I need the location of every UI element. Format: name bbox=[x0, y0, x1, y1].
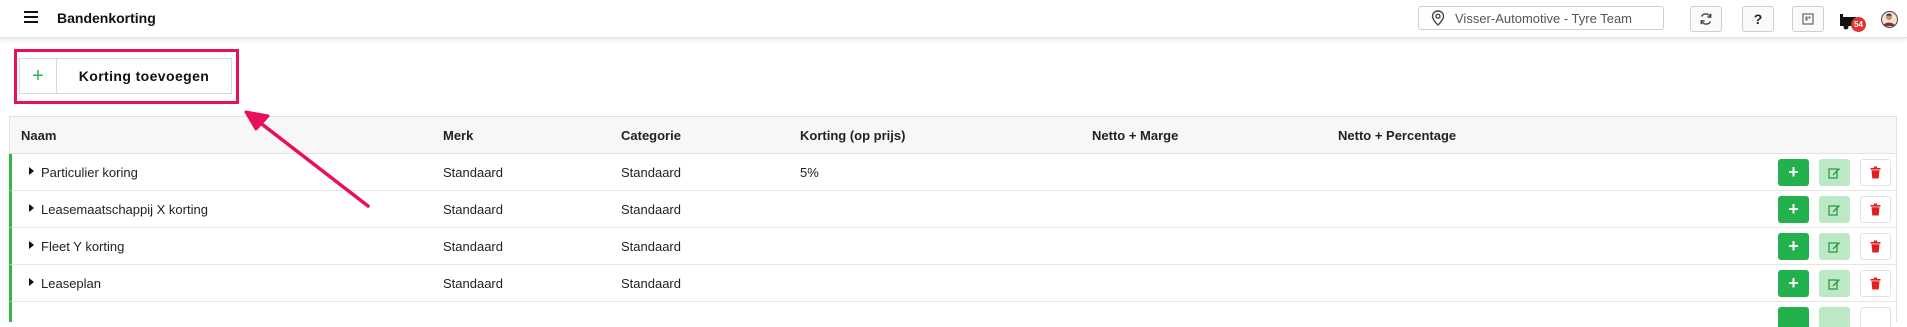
trash-icon bbox=[1870, 166, 1881, 179]
table-row[interactable]: Leasemaatschappij X korting Standaard St… bbox=[9, 191, 1896, 228]
cell-categorie: Standaard bbox=[621, 202, 681, 217]
calendar-icon bbox=[1802, 13, 1814, 25]
hamburger-icon[interactable] bbox=[24, 11, 38, 23]
cell-naam: Leaseplan bbox=[41, 276, 101, 291]
row-edit-button[interactable] bbox=[1819, 159, 1850, 186]
cell-merk: Standaard bbox=[443, 239, 503, 254]
table-row[interactable] bbox=[9, 302, 1896, 327]
table-row[interactable]: Particulier koring Standaard Standaard 5… bbox=[9, 154, 1896, 191]
row-add-button[interactable] bbox=[1778, 307, 1809, 327]
cell-merk: Standaard bbox=[443, 276, 503, 291]
row-delete-button[interactable] bbox=[1860, 270, 1891, 297]
row-edit-button[interactable] bbox=[1819, 233, 1850, 260]
expand-caret-icon[interactable] bbox=[29, 204, 34, 212]
location-selector[interactable]: Visser-Automotive - Tyre Team bbox=[1418, 6, 1664, 30]
column-header[interactable]: Netto + Marge bbox=[1092, 128, 1178, 143]
edit-icon bbox=[1828, 205, 1840, 216]
cell-korting: 5% bbox=[800, 165, 819, 180]
question-icon: ? bbox=[1753, 11, 1763, 27]
cell-merk: Standaard bbox=[443, 202, 503, 217]
plus-icon: + bbox=[1788, 162, 1799, 182]
cell-categorie: Standaard bbox=[621, 276, 681, 291]
map-pin-icon bbox=[1431, 10, 1445, 26]
expand-caret-icon[interactable] bbox=[29, 241, 34, 249]
trash-icon bbox=[1870, 240, 1881, 253]
plus-icon: + bbox=[20, 59, 57, 93]
row-delete-button[interactable] bbox=[1860, 307, 1891, 327]
table-row[interactable]: Fleet Y korting Standaard Standaard + bbox=[9, 228, 1896, 265]
row-delete-button[interactable] bbox=[1860, 159, 1891, 186]
row-delete-button[interactable] bbox=[1860, 233, 1891, 260]
expand-caret-icon[interactable] bbox=[29, 278, 34, 286]
column-header[interactable]: Netto + Percentage bbox=[1338, 128, 1456, 143]
edit-icon bbox=[1828, 242, 1840, 253]
location-label: Visser-Automotive - Tyre Team bbox=[1455, 10, 1633, 26]
cell-naam: Fleet Y korting bbox=[41, 239, 125, 254]
user-avatar[interactable] bbox=[1881, 11, 1898, 28]
cell-merk: Standaard bbox=[443, 165, 503, 180]
cell-naam: Particulier koring bbox=[41, 165, 138, 180]
row-add-button[interactable]: + bbox=[1778, 159, 1809, 186]
row-add-button[interactable]: + bbox=[1778, 196, 1809, 223]
refresh-button[interactable] bbox=[1690, 6, 1722, 32]
column-header[interactable]: Naam bbox=[21, 128, 56, 143]
cell-naam: Leasemaatschappij X korting bbox=[41, 202, 208, 217]
calendar-button[interactable] bbox=[1792, 6, 1824, 32]
column-header[interactable]: Korting (op prijs) bbox=[800, 128, 905, 143]
row-delete-button[interactable] bbox=[1860, 196, 1891, 223]
table-header: Naam Merk Categorie Korting (op prijs) N… bbox=[10, 117, 1896, 154]
row-add-button[interactable]: + bbox=[1778, 233, 1809, 260]
add-discount-button[interactable]: + Korting toevoegen bbox=[19, 58, 232, 94]
plus-icon: + bbox=[1788, 273, 1799, 293]
avatar-icon bbox=[1883, 13, 1895, 26]
edit-icon bbox=[1828, 168, 1840, 179]
cell-categorie: Standaard bbox=[621, 165, 681, 180]
help-button[interactable]: ? bbox=[1742, 6, 1774, 32]
cell-categorie: Standaard bbox=[621, 239, 681, 254]
edit-icon bbox=[1828, 279, 1840, 290]
row-add-button[interactable]: + bbox=[1778, 270, 1809, 297]
table-row[interactable]: Leaseplan Standaard Standaard + bbox=[9, 265, 1896, 302]
add-discount-label: Korting toevoegen bbox=[78, 68, 210, 84]
row-edit-button[interactable] bbox=[1819, 270, 1850, 297]
column-header[interactable]: Merk bbox=[443, 128, 473, 143]
column-header[interactable]: Categorie bbox=[621, 128, 681, 143]
top-bar: Bandenkorting Visser-Automotive - Tyre T… bbox=[0, 0, 1907, 38]
page-title: Bandenkorting bbox=[57, 10, 156, 26]
plus-icon: + bbox=[1788, 236, 1799, 256]
trash-icon bbox=[1870, 277, 1881, 290]
refresh-icon bbox=[1700, 13, 1712, 25]
plus-icon: + bbox=[1788, 199, 1799, 219]
row-edit-button[interactable] bbox=[1819, 196, 1850, 223]
expand-caret-icon[interactable] bbox=[29, 167, 34, 175]
notification-badge: 54 bbox=[1851, 17, 1866, 32]
row-edit-button[interactable] bbox=[1819, 307, 1850, 327]
discount-table: Naam Merk Categorie Korting (op prijs) N… bbox=[9, 116, 1897, 327]
trash-icon bbox=[1870, 203, 1881, 216]
